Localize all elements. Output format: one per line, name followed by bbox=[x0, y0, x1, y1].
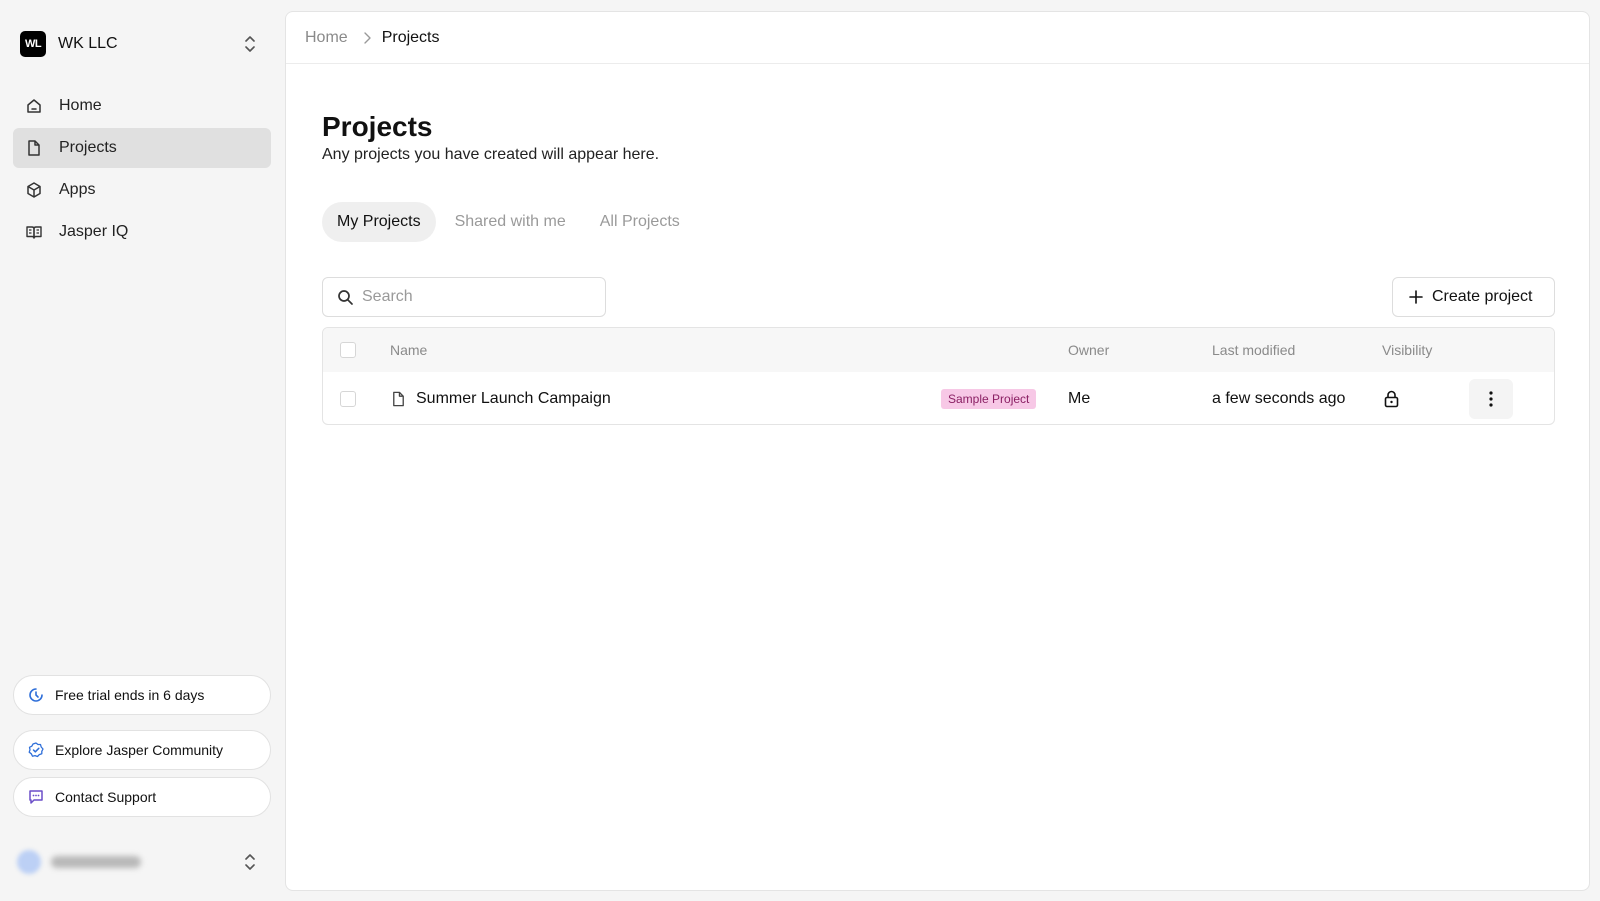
sidebar-item-apps[interactable]: Apps bbox=[13, 170, 271, 210]
page-title: Projects bbox=[322, 111, 433, 142]
sidebar-item-home[interactable]: Home bbox=[13, 86, 271, 126]
file-icon bbox=[393, 391, 404, 406]
plus-icon bbox=[1409, 290, 1423, 304]
explore-community-label: Explore Jasper Community bbox=[55, 742, 224, 758]
table-header: Name Owner Last modified Visibility bbox=[323, 328, 1554, 372]
private-lock-icon bbox=[1384, 390, 1399, 407]
create-project-label: Create project bbox=[1432, 288, 1533, 305]
search-input[interactable] bbox=[362, 288, 592, 306]
column-name[interactable]: Name bbox=[390, 342, 427, 358]
page-subtitle: Any projects you have created will appea… bbox=[322, 146, 660, 163]
tab-all-projects[interactable]: All Projects bbox=[585, 202, 695, 242]
sidebar-nav: Home Projects Apps Jasper IQ bbox=[13, 86, 271, 254]
create-project-button[interactable]: Create project bbox=[1392, 277, 1555, 317]
column-owner[interactable]: Owner bbox=[1068, 342, 1109, 358]
file-icon bbox=[28, 140, 40, 156]
projects-table: Name Owner Last modified Visibility Summ… bbox=[322, 327, 1555, 425]
chevron-right-icon bbox=[363, 31, 371, 44]
clock-icon bbox=[29, 688, 43, 702]
project-tabs: My Projects Shared with me All Projects bbox=[322, 202, 699, 242]
row-more-button[interactable] bbox=[1469, 378, 1513, 419]
sidebar-item-label: Home bbox=[59, 97, 102, 114]
search-icon bbox=[338, 289, 353, 305]
sidebar-item-label: Apps bbox=[59, 181, 96, 198]
project-last-modified: a few seconds ago bbox=[1212, 389, 1346, 407]
column-visibility[interactable]: Visibility bbox=[1382, 342, 1432, 358]
home-icon bbox=[27, 99, 41, 113]
table-row[interactable]: Summer Launch Campaign Sample Project Me… bbox=[323, 372, 1554, 424]
sample-project-badge: Sample Project bbox=[941, 388, 1037, 409]
project-name[interactable]: Summer Launch Campaign bbox=[416, 390, 611, 408]
org-logo: WL bbox=[20, 31, 46, 57]
user-menu[interactable] bbox=[17, 847, 267, 877]
main-panel: Home Projects Projects Any projects you … bbox=[285, 11, 1590, 891]
chevron-up-down-icon[interactable] bbox=[243, 35, 257, 53]
search-box bbox=[322, 277, 606, 317]
tab-shared-with-me[interactable]: Shared with me bbox=[440, 202, 581, 242]
contact-support-button[interactable]: Contact Support bbox=[13, 777, 271, 817]
explore-community-button[interactable]: Explore Jasper Community bbox=[13, 730, 271, 770]
chevron-up-down-icon[interactable] bbox=[243, 853, 257, 871]
cube-icon bbox=[27, 182, 41, 198]
sidebar-item-projects[interactable]: Projects bbox=[13, 128, 271, 168]
chat-icon bbox=[29, 790, 43, 804]
sidebar-item-label: Projects bbox=[59, 139, 117, 156]
sidebar-item-jasper-iq[interactable]: Jasper IQ bbox=[13, 212, 271, 252]
breadcrumb: Home Projects bbox=[286, 12, 1589, 64]
sidebar: WL WK LLC Home Projects Apps Jasper IQ F… bbox=[0, 0, 283, 901]
breadcrumb-home[interactable]: Home bbox=[305, 29, 348, 47]
more-vertical-icon bbox=[1489, 390, 1493, 407]
badge-check-icon bbox=[28, 742, 44, 758]
user-name-redacted bbox=[51, 856, 141, 868]
tab-my-projects[interactable]: My Projects bbox=[322, 202, 436, 242]
sidebar-item-label: Jasper IQ bbox=[59, 223, 129, 240]
free-trial-button[interactable]: Free trial ends in 6 days bbox=[13, 675, 271, 715]
avatar bbox=[17, 850, 41, 874]
org-switcher[interactable]: WL WK LLC bbox=[20, 29, 265, 59]
org-name: WK LLC bbox=[58, 35, 118, 52]
row-checkbox[interactable] bbox=[340, 390, 356, 407]
select-all-checkbox[interactable] bbox=[340, 342, 356, 358]
book-icon bbox=[26, 226, 42, 239]
breadcrumb-current: Projects bbox=[381, 28, 440, 46]
contact-support-label: Contact Support bbox=[55, 789, 157, 805]
project-owner: Me bbox=[1068, 389, 1091, 407]
column-last-modified[interactable]: Last modified bbox=[1212, 342, 1295, 358]
free-trial-label: Free trial ends in 6 days bbox=[55, 687, 205, 703]
